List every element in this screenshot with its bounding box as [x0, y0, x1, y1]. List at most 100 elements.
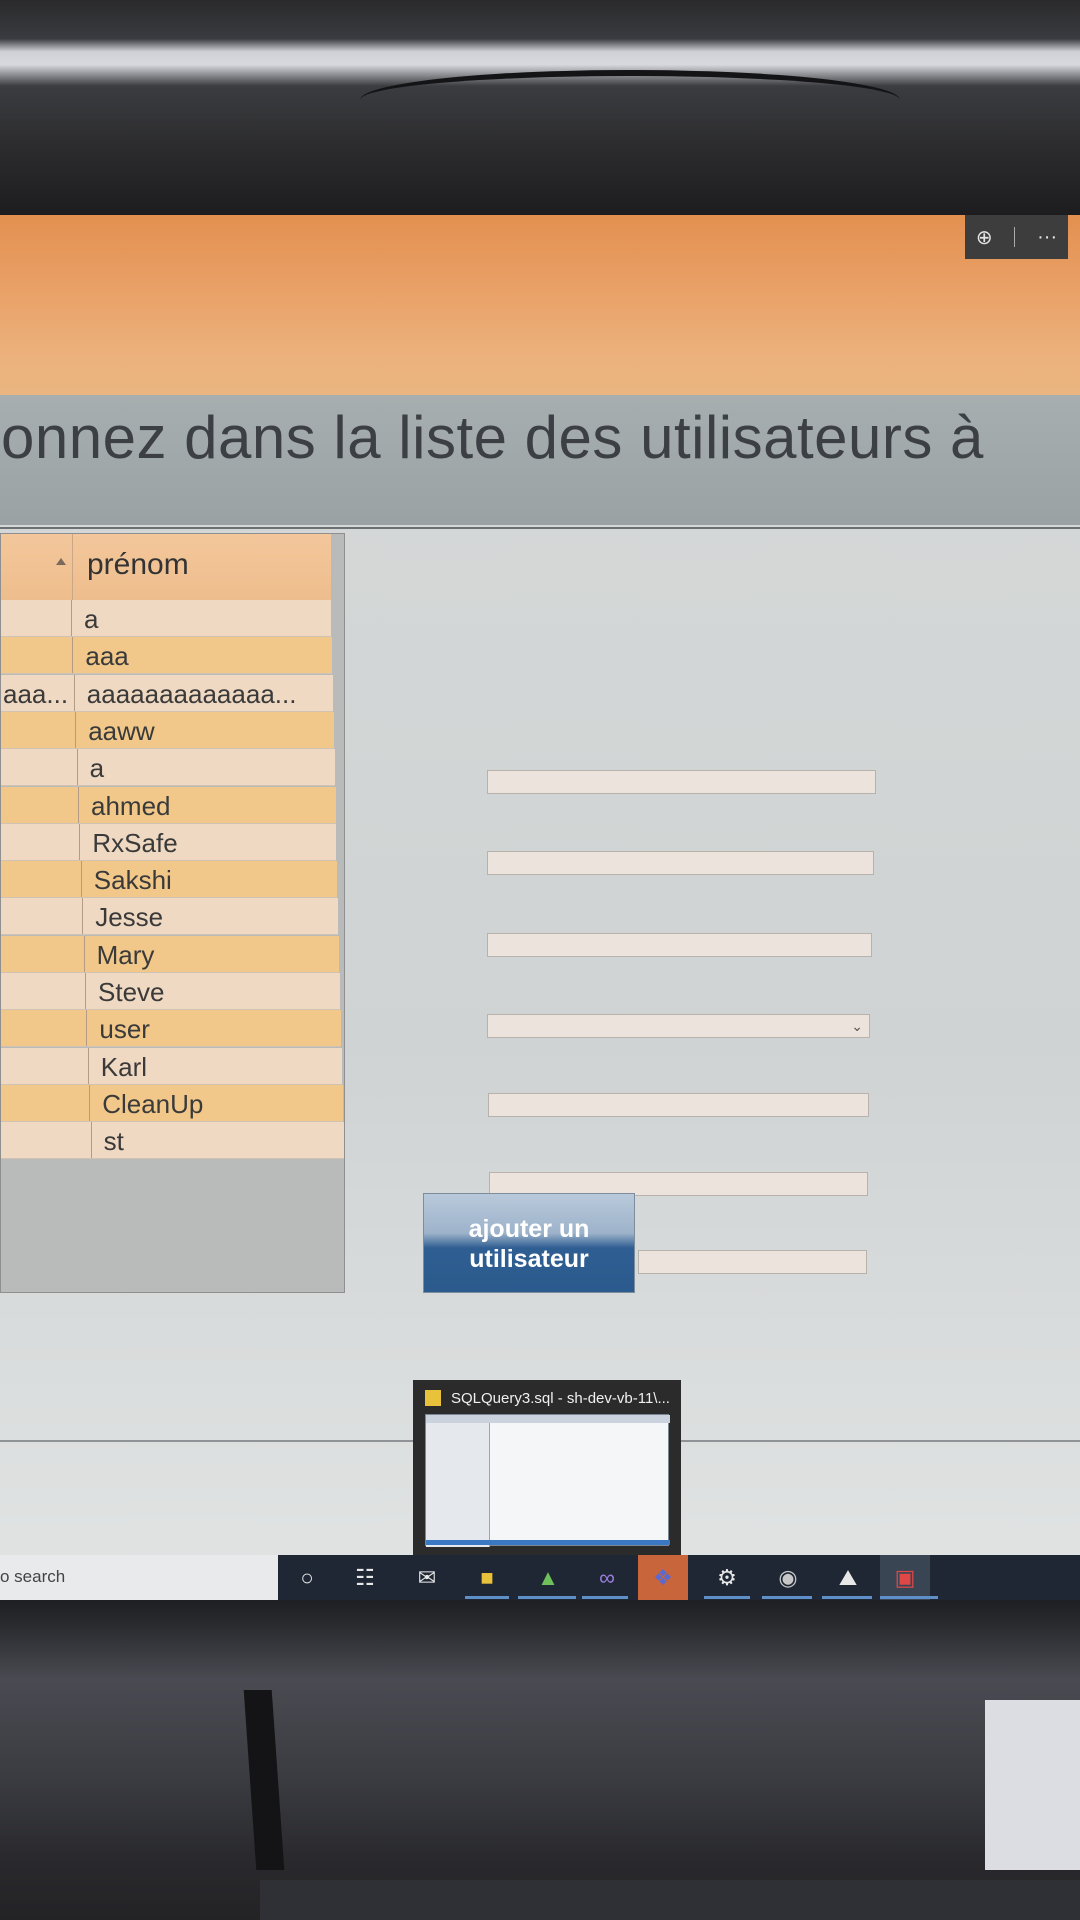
running-indicator — [880, 1596, 938, 1599]
row-cell-left — [1, 898, 84, 935]
heading-divider — [0, 527, 1080, 529]
taskbar: o search ○ ☷ ✉ ■ ▲ ∞ ❖ ⚙ ◉ ⛰ ▣ — [0, 1555, 1080, 1600]
column-header-prenom[interactable]: prénom — [87, 548, 189, 582]
heading-band: tionnez dans la liste des utilisateurs à — [0, 395, 1080, 525]
role-select[interactable]: ⌄ — [487, 1014, 870, 1038]
photos-icon[interactable]: ⛰ — [833, 1563, 863, 1593]
running-indicator — [822, 1596, 872, 1599]
toolbar-separator — [1014, 227, 1016, 247]
cortana-icon[interactable]: ○ — [292, 1563, 322, 1593]
background-object — [985, 1700, 1080, 1870]
page-heading: tionnez dans la liste des utilisateurs à — [0, 404, 984, 471]
add-user-label-line1: ajouter un — [468, 1215, 590, 1243]
more-dots-icon[interactable]: ··· — [1037, 226, 1057, 249]
table-row[interactable]: Steve — [1, 973, 340, 1010]
row-cell-left — [1, 1122, 92, 1159]
mail-icon[interactable]: ✉ — [412, 1563, 442, 1593]
photo-stage: ⊕ ··· tionnez dans la liste des utilisat… — [0, 0, 1080, 1920]
teams-icon[interactable]: ❖ — [648, 1563, 678, 1593]
row-cell-left — [1, 786, 79, 823]
column-separator — [72, 534, 73, 600]
row-cell-left — [1, 1010, 88, 1047]
snipping-tool-icon[interactable]: ▣ — [890, 1563, 920, 1593]
row-cell-left — [1, 973, 86, 1009]
row-cell-left — [1, 935, 85, 972]
cell-prenom: Mary — [96, 939, 155, 970]
sort-ascending-icon[interactable] — [56, 558, 66, 565]
table-row[interactable]: ahmed — [1, 786, 336, 824]
cell-prenom: a — [89, 753, 105, 784]
file-explorer-icon[interactable]: ■ — [472, 1563, 502, 1593]
row-cell-left — [1, 711, 77, 748]
cell-prenom: Karl — [100, 1051, 148, 1082]
taskbar-thumbnail-preview[interactable]: SQLQuery3.sql - sh-dev-vb-11\... — [413, 1380, 681, 1555]
table-row[interactable]: aaww — [1, 711, 334, 749]
table-row[interactable]: RxSafe — [1, 823, 337, 861]
cell-prenom: Sakshi — [93, 865, 172, 896]
cell-prenom: aaa — [85, 641, 129, 672]
settings-icon[interactable]: ⚙ — [712, 1563, 742, 1593]
table-row[interactable]: Jesse — [1, 898, 339, 936]
grid-header: prénom — [1, 534, 331, 600]
running-indicator — [704, 1596, 750, 1599]
preview-statusbar — [426, 1540, 670, 1545]
monitor-bezel-bottom — [0, 1600, 1080, 1920]
table-row[interactable]: CleanUp — [1, 1084, 343, 1122]
table-row[interactable]: st — [1, 1122, 344, 1160]
text-field-6[interactable] — [638, 1250, 867, 1274]
taskbar-search[interactable]: o search — [0, 1555, 278, 1600]
row-cell-left — [1, 1047, 89, 1084]
add-user-label-line2: utilisateur — [469, 1245, 589, 1273]
table-row[interactable]: Karl — [1, 1047, 342, 1085]
table-row[interactable]: aaa... aaaaaaaaaaaaa... — [1, 674, 333, 712]
chevron-down-icon: ⌄ — [851, 1018, 863, 1034]
cell-prenom: CleanUp — [102, 1088, 204, 1119]
row-cell-left — [1, 823, 81, 860]
users-grid: prénom a aaa aaa... aaaaaaaaaaaaa... aaww a ah… — [0, 533, 345, 1293]
cable — [360, 70, 900, 130]
cell-prenom: st — [103, 1126, 124, 1157]
add-user-button[interactable]: ajouter un utilisateur — [423, 1193, 635, 1293]
table-row[interactable]: a — [1, 749, 335, 787]
zoom-toolbar: ⊕ ··· — [965, 215, 1068, 259]
visual-studio-code-icon[interactable]: ▲ — [533, 1563, 563, 1593]
preview-title: SQLQuery3.sql - sh-dev-vb-11\... — [451, 1390, 670, 1407]
table-row[interactable]: user — [1, 1010, 341, 1048]
preview-screenshot — [425, 1414, 670, 1547]
running-indicator — [465, 1596, 509, 1599]
preview-toolbar — [426, 1415, 670, 1423]
cell-prenom: RxSafe — [92, 827, 178, 858]
row-cell-left: aaa... — [1, 674, 75, 711]
search-text: o search — [0, 1567, 66, 1586]
row-cell-left — [1, 600, 72, 636]
task-view-icon[interactable]: ☷ — [350, 1563, 380, 1593]
text-field-3[interactable] — [487, 933, 872, 957]
header-banner — [0, 215, 1080, 395]
sql-file-icon — [425, 1390, 441, 1406]
table-row[interactable]: Sakshi — [1, 861, 338, 899]
visual-studio-icon[interactable]: ∞ — [592, 1563, 622, 1593]
row-cell-left — [1, 1084, 91, 1121]
cell-prenom: a — [84, 604, 99, 634]
screen: ⊕ ··· tionnez dans la liste des utilisat… — [0, 215, 1080, 1600]
table-row[interactable]: aaa — [1, 637, 332, 675]
table-row[interactable]: Mary — [1, 935, 340, 973]
cell-prenom: Jesse — [95, 902, 164, 933]
text-field-1[interactable] — [487, 770, 876, 794]
cell-prenom: aaaaaaaaaaaaa... — [86, 678, 297, 709]
row-cell-left — [1, 861, 82, 898]
cell-prenom: ahmed — [91, 790, 171, 821]
zoom-in-icon[interactable]: ⊕ — [976, 225, 993, 250]
row-cell-left — [1, 637, 74, 674]
running-indicator — [582, 1596, 628, 1599]
sql-server-icon[interactable]: ◉ — [773, 1563, 803, 1593]
table-row[interactable]: a — [1, 600, 331, 637]
desk-edge — [260, 1880, 1080, 1920]
running-indicator — [762, 1596, 812, 1599]
cell-prenom: user — [99, 1014, 150, 1045]
text-field-2[interactable] — [487, 851, 874, 875]
cell-prenom: Steve — [98, 977, 165, 1007]
preview-object-explorer — [426, 1423, 490, 1547]
running-indicator — [518, 1596, 576, 1599]
text-field-4[interactable] — [488, 1093, 869, 1117]
